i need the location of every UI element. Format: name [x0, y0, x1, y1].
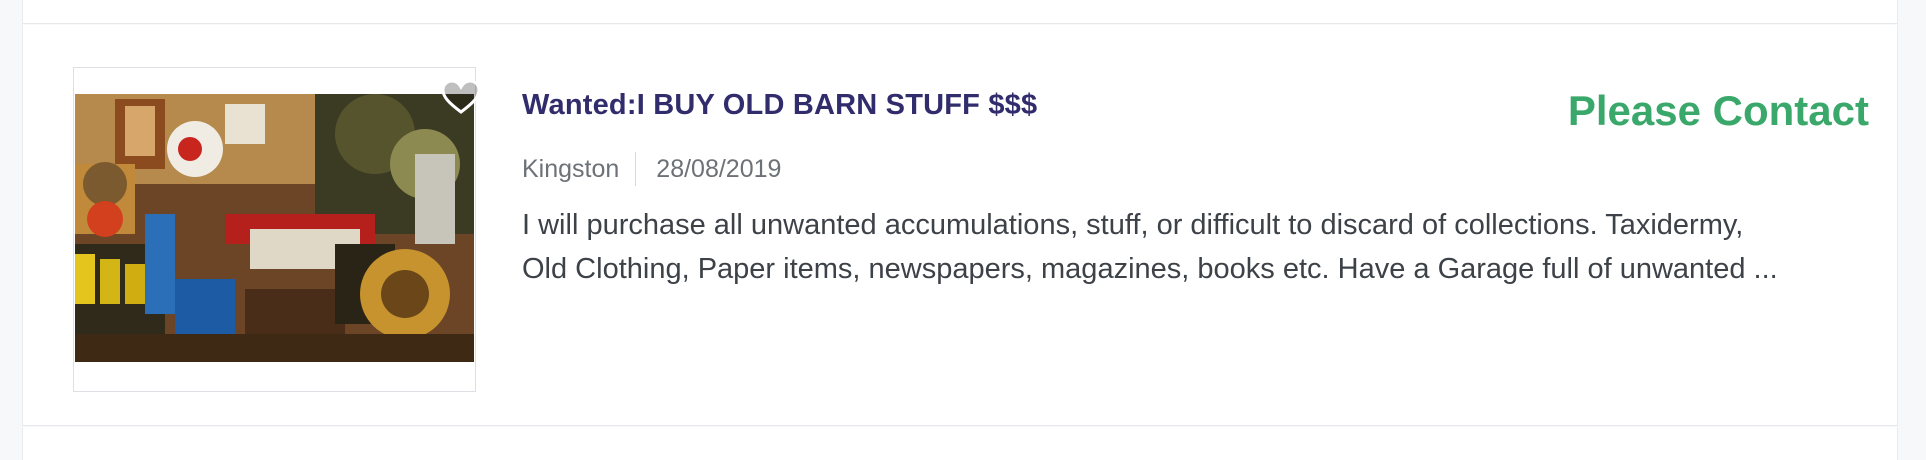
- listing-description: I will purchase all unwanted accumulatio…: [522, 203, 1882, 291]
- listing-date: 28/08/2019: [656, 154, 782, 183]
- listing-meta: Kingston 28/08/2019: [522, 152, 781, 186]
- description-line-1: I will purchase all unwanted accumulatio…: [522, 209, 1744, 241]
- listing-page: Wanted:I BUY OLD BARN STUFF $$$ Please C…: [0, 0, 1926, 460]
- listing-price: Please Contact: [1567, 87, 1869, 134]
- next-listing-card: [22, 427, 1898, 460]
- previous-listing-card: [22, 0, 1898, 24]
- antique-shop-photo: [75, 94, 474, 362]
- favorite-heart-icon[interactable]: [441, 79, 481, 115]
- listing-location: Kingston: [522, 154, 620, 183]
- listing-title-link[interactable]: Wanted:I BUY OLD BARN STUFF $$$: [522, 89, 1037, 122]
- meta-divider: [635, 152, 637, 186]
- listing-card[interactable]: Wanted:I BUY OLD BARN STUFF $$$ Please C…: [22, 25, 1898, 426]
- listing-photo: [75, 94, 474, 362]
- listing-thumbnail[interactable]: [73, 67, 481, 392]
- description-line-2: Old Clothing, Paper items, newspapers, m…: [522, 253, 1778, 285]
- heart-icon: [441, 79, 481, 114]
